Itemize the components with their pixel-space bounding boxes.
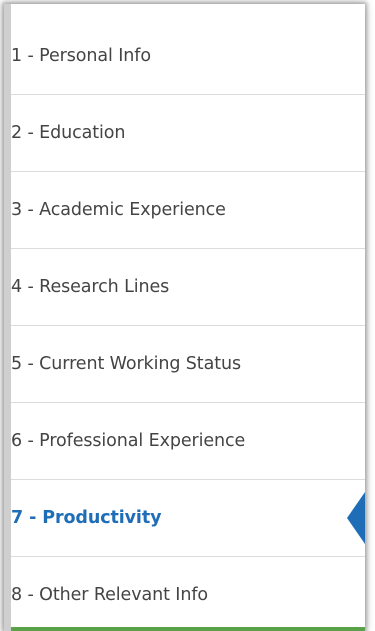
steps-nav-list: 1 - Personal Info 2 - Education 3 - Acad… <box>11 18 365 631</box>
nav-item-other-relevant-info[interactable]: 8 - Other Relevant Info <box>11 557 365 631</box>
bottom-accent-bar <box>11 627 365 631</box>
nav-item-label: 5 - Current Working Status <box>11 354 241 374</box>
nav-item-personal-info[interactable]: 1 - Personal Info <box>11 18 365 95</box>
nav-item-label: 2 - Education <box>11 123 126 143</box>
nav-item-research-lines[interactable]: 4 - Research Lines <box>11 249 365 326</box>
nav-item-professional-experience[interactable]: 6 - Professional Experience <box>11 403 365 480</box>
nav-item-label: 4 - Research Lines <box>11 277 170 297</box>
nav-item-label: 7 - Productivity <box>11 508 162 528</box>
nav-item-label: 3 - Academic Experience <box>11 200 226 220</box>
nav-item-label: 8 - Other Relevant Info <box>11 585 209 605</box>
nav-item-label: 1 - Personal Info <box>11 46 151 66</box>
nav-item-academic-experience[interactable]: 3 - Academic Experience <box>11 172 365 249</box>
nav-item-productivity[interactable]: 7 - Productivity <box>11 480 365 557</box>
active-pointer-icon <box>347 492 365 544</box>
panel-left-border <box>4 4 11 631</box>
screen: 1 - Personal Info 2 - Education 3 - Acad… <box>0 0 375 631</box>
nav-item-label: 6 - Professional Experience <box>11 431 246 451</box>
nav-item-current-working-status[interactable]: 5 - Current Working Status <box>11 326 365 403</box>
steps-panel: 1 - Personal Info 2 - Education 3 - Acad… <box>4 4 365 631</box>
nav-item-education[interactable]: 2 - Education <box>11 95 365 172</box>
